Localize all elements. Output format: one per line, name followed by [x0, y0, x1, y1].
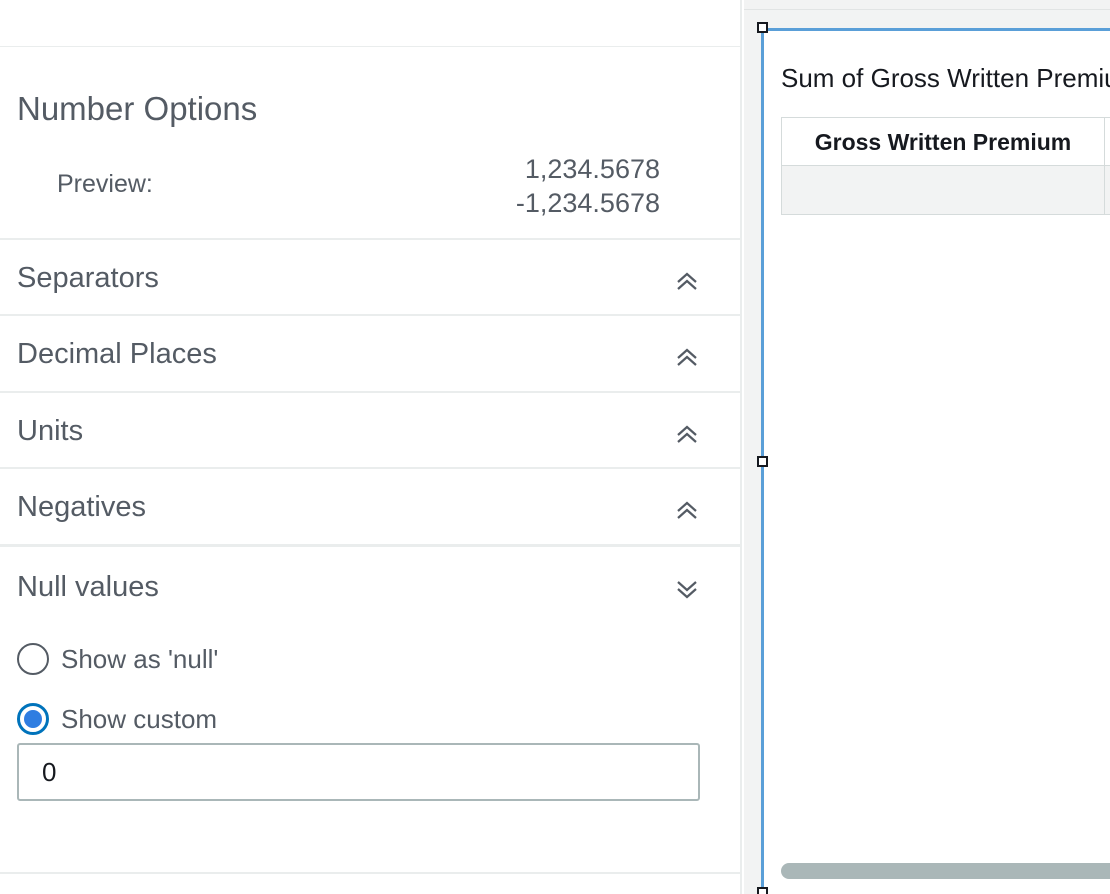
section-label: Decimal Places	[17, 338, 217, 370]
section-separators[interactable]: Separators	[0, 238, 740, 315]
table-visual[interactable]: Sum of Gross Written Premium Gross Writt…	[761, 28, 1110, 894]
section-null-values[interactable]: Null values	[0, 544, 740, 626]
section-label: Negatives	[17, 491, 146, 523]
table-row	[782, 166, 1110, 214]
horizontal-scrollbar[interactable]	[781, 863, 1110, 879]
table-column-header[interactable]: Gross Written Premium	[782, 118, 1105, 166]
preview-positive-value: 1,234.5678	[524, 154, 660, 184]
double-chevron-up-icon[interactable]	[674, 421, 700, 447]
analysis-canvas: Sum of Gross Written Premium Gross Writt…	[744, 0, 1110, 894]
preview-values: 1,234.5678 -1,234.5678	[516, 152, 660, 220]
format-panel: Number Options Preview: 1,234.5678 -1,23…	[0, 0, 742, 894]
panel-title: Number Options	[17, 90, 258, 127]
resize-handle-left[interactable]	[757, 456, 768, 467]
section-units[interactable]: Units	[0, 391, 740, 468]
radio-button-unchecked[interactable]	[17, 643, 49, 675]
radio-show-custom[interactable]: Show custom	[17, 703, 217, 735]
section-label: Separators	[17, 262, 159, 294]
section-negatives[interactable]: Negatives	[0, 467, 740, 545]
double-chevron-up-icon[interactable]	[674, 497, 700, 523]
canvas-top-strip	[744, 0, 1110, 10]
visual-title: Sum of Gross Written Premium	[781, 63, 1110, 93]
section-label: Null values	[17, 571, 159, 603]
pivot-table: Gross Written Premium	[781, 117, 1110, 215]
resize-handle-bottom-left[interactable]	[757, 887, 768, 894]
section-decimal-places[interactable]: Decimal Places	[0, 314, 740, 392]
radio-show-null[interactable]: Show as 'null'	[17, 643, 218, 675]
preview-negative-value: -1,234.5678	[515, 188, 660, 218]
preview-label: Preview:	[57, 170, 153, 198]
radio-label: Show as 'null'	[61, 643, 219, 674]
double-chevron-down-icon[interactable]	[674, 577, 700, 603]
resize-handle-top-left[interactable]	[757, 22, 768, 33]
table-header-row: Gross Written Premium	[782, 118, 1110, 166]
divider	[0, 872, 740, 874]
app-page: Number Options Preview: 1,234.5678 -1,23…	[0, 0, 1110, 894]
table-cell[interactable]	[782, 166, 1105, 214]
custom-null-input[interactable]	[17, 743, 700, 801]
radio-button-checked[interactable]	[17, 703, 49, 735]
double-chevron-up-icon[interactable]	[674, 268, 700, 294]
radio-label: Show custom	[61, 703, 218, 734]
double-chevron-up-icon[interactable]	[674, 344, 700, 370]
panel-top-strip	[0, 0, 742, 47]
section-label: Units	[17, 415, 84, 447]
